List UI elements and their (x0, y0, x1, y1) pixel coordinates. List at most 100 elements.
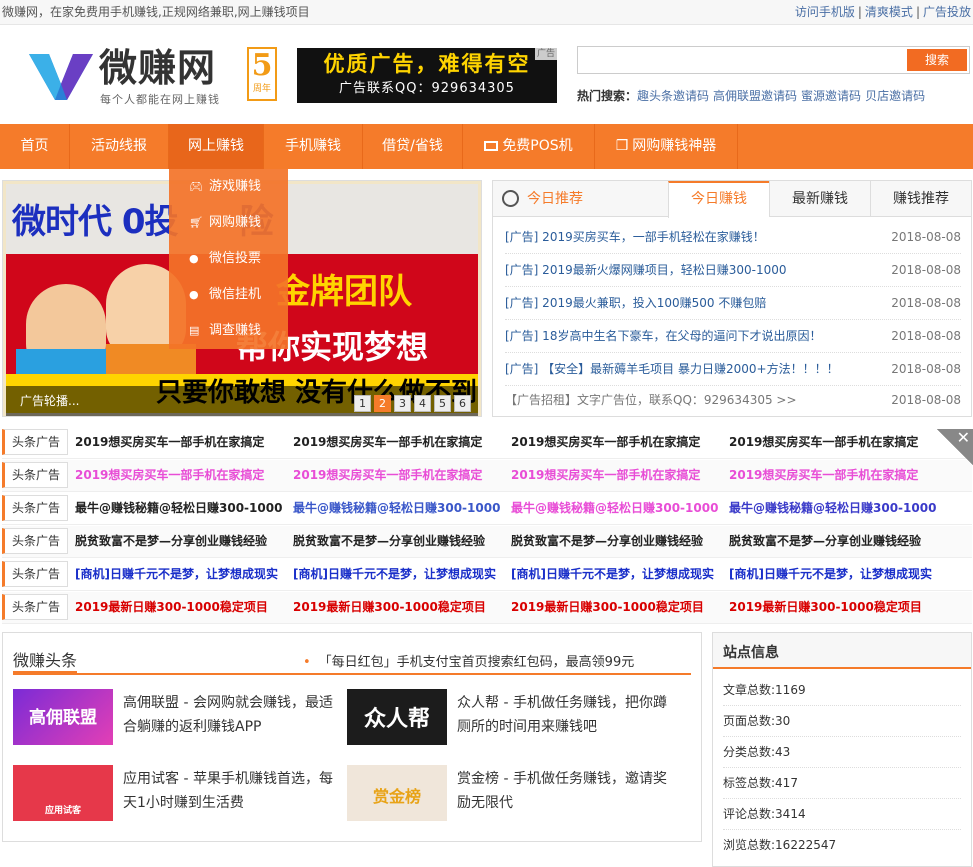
headline-link[interactable]: [商机]日赚千元不是梦，让梦想成现实 (729, 559, 932, 590)
dropdown-wechat-hang[interactable]: ● 微信挂机 (169, 277, 288, 313)
headline-link[interactable]: 2019想买房买车一部手机在家搞定 (511, 427, 700, 458)
headline-link[interactable]: 2019想买房买车一部手机在家搞定 (75, 427, 264, 458)
site-stat: 文章总数:1169 (723, 675, 961, 706)
headline-link[interactable]: 脱贫致富不是梦—分享创业赚钱经验 (75, 526, 267, 557)
hot-search-label: 热门搜索： (577, 89, 638, 103)
headline-link[interactable]: 2019想买房买车一部手机在家搞定 (729, 460, 918, 491)
site-slogan: 微赚网，在家免费用手机赚钱,正规网络兼职,网上赚钱项目 (2, 5, 310, 19)
anniversary-badge: 5 周年 (247, 47, 277, 101)
header-ad-contact: 广告联系QQ：929634305 (339, 81, 515, 96)
headline-label: 头条广告 (2, 594, 68, 620)
hot-search: 热门搜索：趣头条邀请码 高佣联盟邀请码 蜜源邀请码 贝店邀请码 (577, 87, 929, 105)
news-card[interactable]: 众人帮 众人帮 - 手机做任务赚钱，把你蹲厕所的时间用来赚钱吧 (347, 689, 677, 745)
nav-activity-news[interactable]: 活动线报 (70, 124, 169, 169)
news-card[interactable]: 应用试客 应用试客 - 苹果手机赚钱首选，每天1小时赚到生活费 (13, 765, 343, 821)
headline-link[interactable]: [商机]日赚千元不是梦，让梦想成现实 (511, 559, 714, 590)
mobile-version-link[interactable]: 访问手机版 (795, 5, 855, 19)
tab-today-earn[interactable]: 今日赚钱 (668, 181, 769, 218)
search-box: 搜索 (577, 46, 970, 74)
headline-link[interactable]: [商机]日赚千元不是梦，让梦想成现实 (75, 559, 278, 590)
nav-dropdown: 🎮︎ 游戏赚钱 🛒︎ 网购赚钱 ● 微信投票 ● 微信挂机 ▤ 调查赚钱 (169, 169, 288, 349)
nav-mobile-earn[interactable]: 手机赚钱 (264, 124, 363, 169)
tab-earn-recommend[interactable]: 赚钱推荐 (870, 181, 971, 217)
site-stat: 标签总数:417 (723, 768, 961, 799)
headline-link[interactable]: [商机]日赚千元不是梦，让梦想成现实 (293, 559, 496, 590)
nav-free-pos[interactable]: 免费POS机 (463, 124, 595, 169)
news-card[interactable]: 赏金榜 赏金榜 - 手机做任务赚钱，邀请奖励无限代 (347, 765, 677, 821)
nav-shopping-tool[interactable]: ❒ 网购赚钱神器 (595, 124, 738, 169)
dropdown-game-earn[interactable]: 🎮︎ 游戏赚钱 (169, 169, 288, 205)
headline-link[interactable]: 2019最新日赚300-1000稳定项目 (511, 592, 704, 623)
headline-link[interactable]: 2019最新日赚300-1000稳定项目 (293, 592, 486, 623)
headline-link[interactable]: 最牛@赚钱秘籍@轻松日赚300-1000 (729, 493, 936, 524)
banner-page-6[interactable]: 6 (454, 395, 471, 412)
headline-link[interactable]: 2019想买房买车一部手机在家搞定 (511, 460, 700, 491)
header-ad[interactable]: 优质广告，难得有空 广告联系QQ：929634305 广告 (297, 48, 557, 103)
card-thumbnail: 应用试客 (13, 765, 113, 821)
banner-page-1[interactable]: 1 (354, 395, 371, 412)
cart-icon: 🛒︎ (189, 216, 203, 229)
wechat-icon: ● (189, 252, 199, 265)
top-links: 访问手机版 | 清爽模式 | 广告投放 (794, 5, 971, 19)
gamepad-icon: 🎮︎ (189, 180, 203, 193)
hot-keyword[interactable]: 蜜源邀请码 (801, 89, 861, 103)
site-stat: 浏览总数:16222547 (723, 838, 837, 852)
banner-page-5[interactable]: 5 (434, 395, 451, 412)
site-stat: 分类总数:43 (723, 737, 961, 768)
headline-link[interactable]: 脱贫致富不是梦—分享创业赚钱经验 (511, 526, 703, 557)
news-title: 微赚头条 (13, 651, 78, 670)
news-marquee[interactable]: • 「每日红包」手机支付宝首页搜索红包码，最高领99元 (303, 651, 634, 670)
headline-link[interactable]: 最牛@赚钱秘籍@轻松日赚300-1000 (511, 493, 718, 524)
banner-page-3[interactable]: 3 (394, 395, 411, 412)
card-thumbnail: 赏金榜 (347, 765, 447, 821)
dropdown-shop-earn[interactable]: 🛒︎ 网购赚钱 (169, 205, 288, 241)
banner-page-4[interactable]: 4 (414, 395, 431, 412)
lite-mode-link[interactable]: 清爽模式 (865, 5, 913, 19)
tab-latest-earn[interactable]: 最新赚钱 (769, 181, 870, 217)
headline-link[interactable]: 2019想买房买车一部手机在家搞定 (293, 427, 482, 458)
search-button[interactable]: 搜索 (907, 49, 967, 71)
recommend-tabs: 今日推荐 今日赚钱 最新赚钱 赚钱推荐 (493, 181, 971, 218)
card-thumbnail: 众人帮 (347, 689, 447, 745)
ad-tag: 广告 (534, 48, 557, 60)
headline-link[interactable]: 2019想买房买车一部手机在家搞定 (293, 460, 482, 491)
headline-link[interactable]: 脱贫致富不是梦—分享创业赚钱经验 (293, 526, 485, 557)
list-item[interactable]: [广告] 18岁高中生名下豪车，在父母的逼问下才说出原因！ 2018-08-08 (505, 320, 961, 353)
headline-link[interactable]: 2019想买房买车一部手机在家搞定 (729, 427, 918, 458)
main-nav: 首页 活动线报 网上赚钱 手机赚钱 借贷/省钱 免费POS机 ❒ 网购赚钱神器 (0, 124, 973, 169)
dropdown-wechat-vote[interactable]: ● 微信投票 (169, 241, 288, 277)
headline-link[interactable]: 2019最新日赚300-1000稳定项目 (75, 592, 268, 623)
hot-keyword[interactable]: 贝店邀请码 (865, 89, 925, 103)
advertise-link[interactable]: 广告投放 (923, 5, 971, 19)
nav-home[interactable]: 首页 (0, 124, 70, 169)
top-bar: 微赚网，在家免费用手机赚钱,正规网络兼职,网上赚钱项目 访问手机版 | 清爽模式 | 广… (0, 0, 973, 25)
list-item[interactable]: [广告] 2019买房买车，一部手机轻松在家赚钱！ 2018-08-08 (505, 221, 961, 254)
hot-keyword[interactable]: 趣头条邀请码 (637, 89, 709, 103)
headline-link[interactable]: 脱贫致富不是梦—分享创业赚钱经验 (729, 526, 921, 557)
header-ad-title: 优质广告，难得有空 (323, 52, 531, 76)
hot-keyword[interactable]: 高佣联盟邀请码 (713, 89, 797, 103)
site-logo[interactable]: 微赚网 每个人都能在网上赚钱 5 周年 (27, 44, 277, 106)
headline-link[interactable]: 2019想买房买车一部手机在家搞定 (75, 460, 264, 491)
headline-link[interactable]: 最牛@赚钱秘籍@轻松日赚300-1000 (293, 493, 500, 524)
headline-row: 头条广告 2019想买房买车一部手机在家搞定 2019想买房买车一部手机在家搞定 20… (2, 460, 972, 492)
search-input[interactable] (578, 47, 908, 73)
document-icon: ▤ (189, 324, 200, 337)
site-stat: 页面总数:30 (723, 706, 961, 737)
v-logo-icon (29, 54, 93, 100)
list-item[interactable]: [广告] 2019最火兼职，投入100赚500 不赚包赔 2018-08-08 (505, 287, 961, 320)
banner-team-text: 金牌团队 (276, 272, 412, 312)
close-button[interactable]: ✕ (937, 428, 973, 465)
news-card[interactable]: 高佣联盟 高佣联盟 - 会网购就会赚钱，最适合躺赚的返利赚钱APP (13, 689, 343, 745)
headline-link[interactable]: 最牛@赚钱秘籍@轻松日赚300-1000 (75, 493, 282, 524)
list-item[interactable]: [广告] 【安全】最新薅羊毛项目 暴力日赚2000+方法！！！！ 2018-08-… (505, 353, 961, 386)
list-item[interactable]: [广告] 2019最新火爆网赚项目，轻松日赚300-1000 2018-08-08 (505, 254, 961, 287)
banner-page-2[interactable]: 2 (374, 395, 391, 412)
nav-loan-save[interactable]: 借贷/省钱 (363, 124, 463, 169)
nav-online-earn[interactable]: 网上赚钱 (169, 124, 264, 169)
bullet-icon: • (303, 655, 311, 670)
list-item[interactable]: 【广告招租】文字广告位，联系QQ：929634305 >> 2018-08-08 (505, 384, 961, 417)
dropdown-survey-earn[interactable]: ▤ 调查赚钱 (169, 313, 288, 349)
headline-label: 头条广告 (2, 561, 68, 587)
headline-link[interactable]: 2019最新日赚300-1000稳定项目 (729, 592, 922, 623)
